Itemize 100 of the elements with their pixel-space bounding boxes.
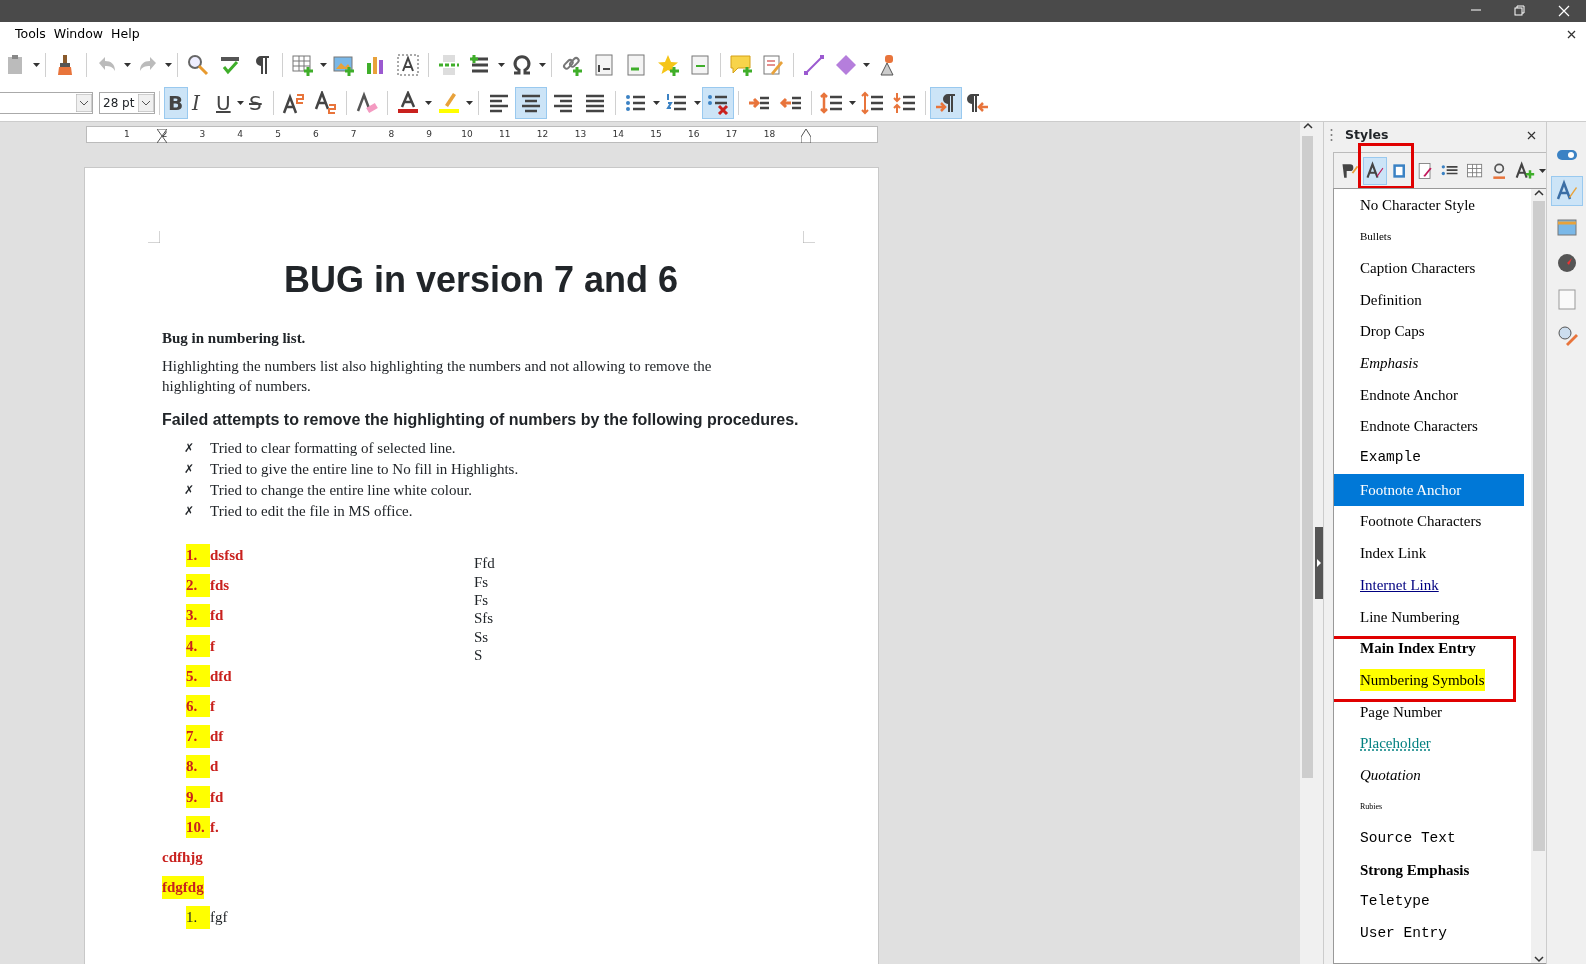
scrollbar-thumb[interactable] bbox=[1533, 201, 1545, 851]
close-icon bbox=[1558, 5, 1570, 17]
list-item-text: dfd bbox=[210, 666, 232, 686]
close-icon bbox=[1566, 29, 1576, 39]
list-item-text: fd bbox=[210, 787, 224, 807]
style-item[interactable]: Page Number bbox=[1334, 696, 1524, 728]
ruler-number: 5 bbox=[275, 128, 281, 141]
ruler-number: 9 bbox=[426, 128, 433, 141]
scroll-up-icon bbox=[1534, 189, 1544, 197]
new-style-icon bbox=[1515, 160, 1535, 181]
ruler-number: 11 bbox=[499, 128, 511, 141]
list-item-text: f bbox=[210, 636, 215, 656]
dropdown-arrow-icon bbox=[1539, 168, 1546, 173]
style-item[interactable]: Index Link bbox=[1334, 537, 1524, 570]
list-item-text: d bbox=[210, 757, 219, 777]
indent-marker-icon bbox=[157, 129, 167, 143]
style-item[interactable]: Rubies bbox=[1334, 791, 1524, 823]
ruler-number: 10 bbox=[461, 128, 473, 141]
dropdown-arrow-icon bbox=[694, 100, 701, 105]
style-item[interactable]: Placeholder bbox=[1334, 727, 1524, 760]
section-heading: Failed attempts to remove the highlighting of numbers by the following procedures. bbox=[162, 410, 800, 431]
style-item[interactable]: Footnote Characters bbox=[1334, 505, 1524, 538]
frame-text: Fs bbox=[474, 572, 490, 591]
endnote-icon bbox=[624, 53, 648, 77]
indent-marker-icon bbox=[801, 129, 811, 143]
bullet-marker: ✗ bbox=[184, 482, 195, 500]
paragraph: Highlighting the numbers list also highlighting the numbers and not allowing to remove the highlighting of numbers. bbox=[162, 356, 713, 396]
style-item[interactable]: Example bbox=[1334, 442, 1524, 475]
dropdown-arrow-icon bbox=[863, 63, 870, 67]
style-item[interactable]: Source Text bbox=[1334, 822, 1524, 855]
font-size-value: 28 pt bbox=[102, 94, 136, 112]
scrollbar-thumb[interactable] bbox=[1302, 136, 1313, 778]
frame-text: S bbox=[474, 646, 484, 665]
strikethrough-button[interactable]: S bbox=[245, 86, 269, 119]
ruler-number: 1 bbox=[123, 128, 130, 141]
menu-item[interactable]: Window bbox=[53, 24, 112, 44]
underline-button[interactable]: U bbox=[212, 86, 236, 119]
cross-reference-icon bbox=[688, 53, 712, 77]
italic-button[interactable]: I bbox=[188, 86, 212, 119]
dropdown-arrow-icon bbox=[124, 63, 131, 67]
frame-text: Sfs bbox=[474, 609, 495, 628]
style-item[interactable]: Drop Caps bbox=[1334, 315, 1524, 348]
dropdown-arrow-icon bbox=[466, 100, 473, 105]
line-spacing-icon bbox=[820, 90, 844, 115]
left-to-right-button[interactable] bbox=[930, 86, 962, 119]
text-boundary-icon bbox=[148, 231, 160, 243]
style-item[interactable]: Strong Emphasis bbox=[1334, 854, 1524, 887]
sidebar-collapse-handle[interactable] bbox=[1315, 527, 1323, 599]
ruler-number: 13 bbox=[574, 128, 587, 141]
frame-text: Fs bbox=[474, 591, 490, 610]
decrease-paragraph-spacing-icon bbox=[893, 90, 917, 115]
list-number: 2. bbox=[186, 574, 210, 597]
font-name-field[interactable] bbox=[0, 91, 93, 114]
list-item-text: fds bbox=[210, 576, 230, 596]
style-item[interactable]: Endnote Anchor bbox=[1334, 379, 1524, 411]
comment-icon bbox=[729, 53, 753, 77]
style-item[interactable]: Teletype bbox=[1334, 886, 1524, 918]
font-size-field[interactable]: 28 pt bbox=[99, 91, 155, 114]
style-item[interactable]: Endnote Characters bbox=[1334, 410, 1524, 443]
character-styles-icon bbox=[1365, 160, 1385, 181]
style-item[interactable]: No Character Style bbox=[1334, 189, 1524, 221]
bullet-marker: ✗ bbox=[184, 503, 195, 521]
style-item[interactable]: Caption Characters bbox=[1334, 252, 1524, 285]
panel-title: Styles bbox=[1345, 125, 1390, 144]
style-item[interactable]: Emphasis bbox=[1334, 347, 1524, 380]
styles-tab[interactable] bbox=[1550, 176, 1583, 206]
menu-item[interactable]: Help bbox=[111, 24, 148, 44]
style-item[interactable]: Line Numbering bbox=[1334, 600, 1524, 633]
dropdown-arrow-icon bbox=[849, 100, 856, 105]
dropdown-arrow-icon bbox=[498, 63, 505, 67]
align-center-button[interactable] bbox=[515, 86, 547, 119]
style-item[interactable]: User Entry bbox=[1334, 917, 1524, 950]
dropdown-arrow-icon bbox=[138, 93, 154, 112]
bold-button[interactable]: B bbox=[164, 86, 188, 119]
insert-image-icon bbox=[332, 53, 356, 77]
list-item-text: Tried to give the entire line to No fill in Highlights. bbox=[210, 460, 519, 480]
list-number: 5. bbox=[186, 664, 210, 688]
bullet-marker: ✗ bbox=[184, 440, 195, 458]
list-number: 6. bbox=[186, 694, 210, 718]
insert-table-icon bbox=[291, 53, 315, 77]
page-break-icon bbox=[437, 53, 461, 77]
list-item-text: dsfsd bbox=[210, 546, 244, 566]
style-item[interactable]: Main Index Entry bbox=[1334, 632, 1524, 665]
font-color-icon bbox=[396, 90, 420, 115]
style-item[interactable]: Definition bbox=[1334, 284, 1524, 316]
menu-item[interactable]: Tools bbox=[15, 24, 54, 44]
style-item[interactable]: Quotation bbox=[1334, 759, 1524, 792]
style-item[interactable]: Footnote Anchor bbox=[1334, 474, 1524, 506]
document-title: BUG in version 7 and 6 bbox=[282, 258, 680, 302]
no-list-button[interactable] bbox=[702, 86, 734, 119]
ruler-number: 12 bbox=[536, 128, 549, 141]
style-item[interactable]: Numbering Symbols bbox=[1334, 664, 1524, 696]
list-number: 3. bbox=[186, 604, 210, 627]
style-item[interactable]: Bullets bbox=[1334, 220, 1524, 253]
dropdown-arrow-icon bbox=[539, 63, 546, 67]
ruler-number: 3 bbox=[199, 128, 206, 141]
frame-text: Ss bbox=[474, 627, 490, 647]
style-item[interactable]: Internet Link bbox=[1334, 569, 1524, 601]
dropdown-arrow-icon bbox=[165, 63, 172, 67]
character-styles-button[interactable] bbox=[1363, 156, 1387, 185]
